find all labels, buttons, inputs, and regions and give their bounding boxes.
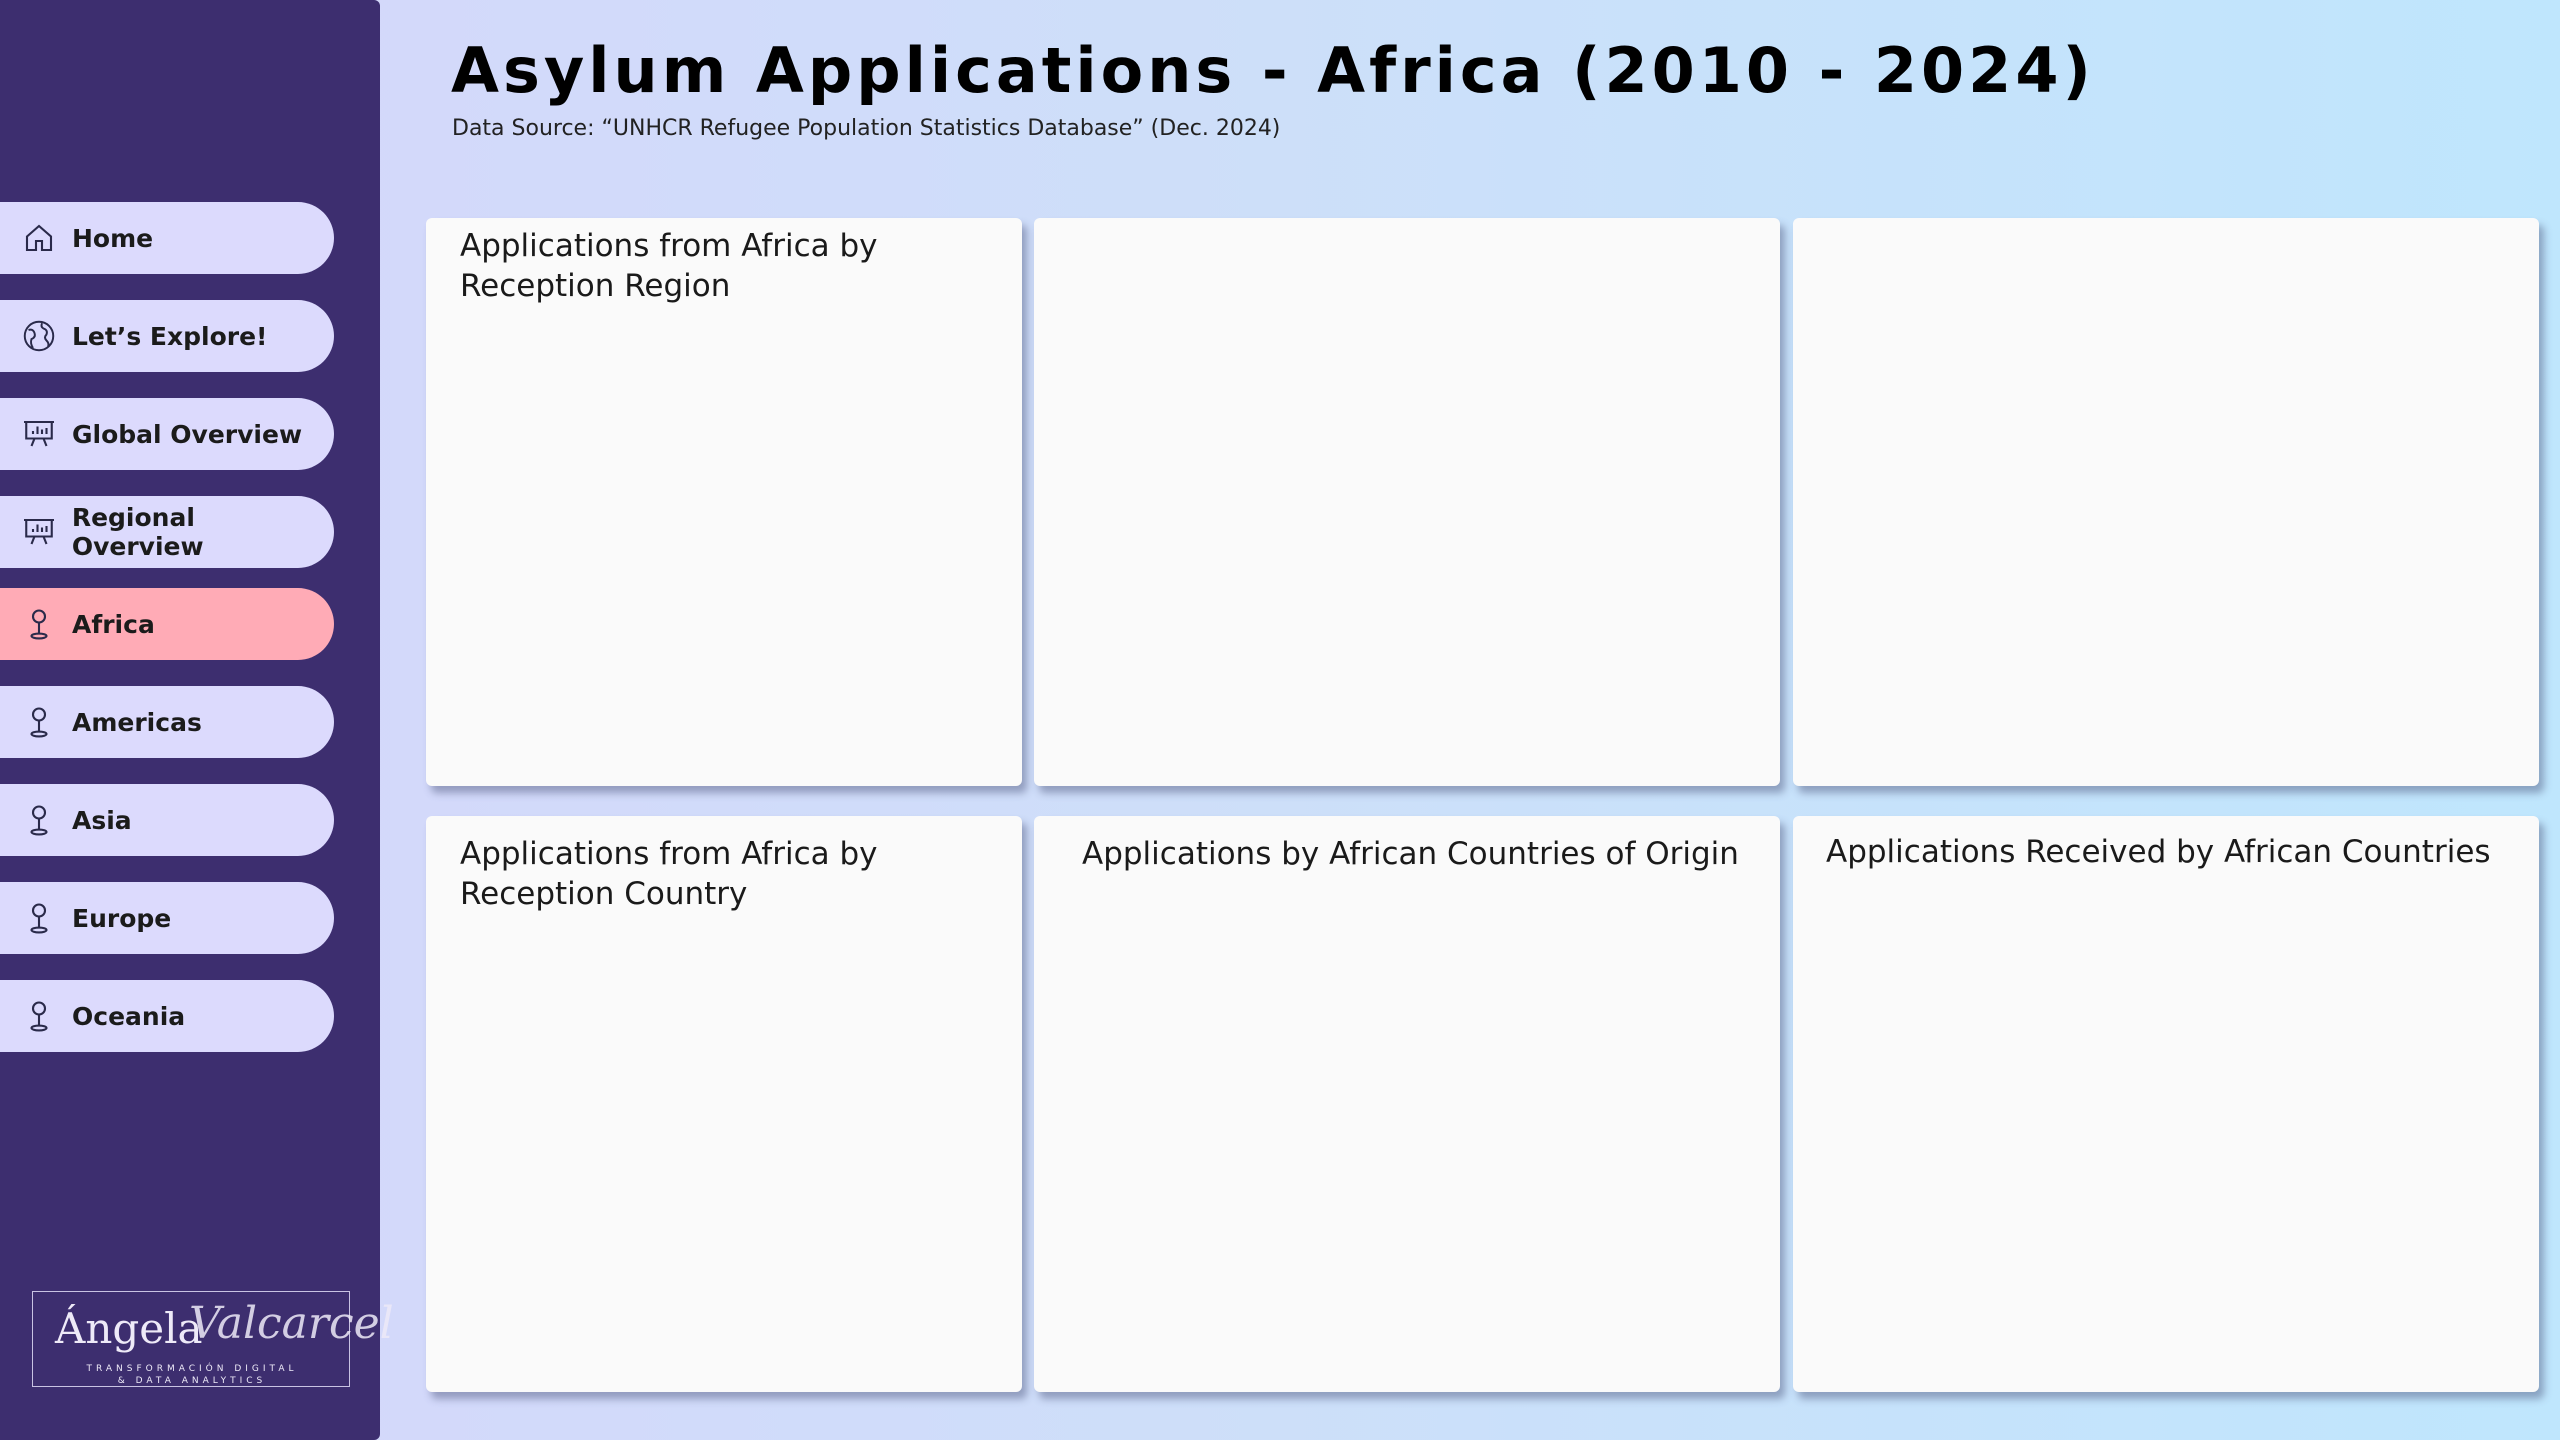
chart-card-countries-of-origin: Applications by African Countries of Ori…: [1034, 816, 1780, 1392]
logo-name: Ángela: [55, 1304, 203, 1353]
sidebar-item-label: Oceania: [72, 1001, 186, 1031]
data-source-note: Data Source: “UNHCR Refugee Population S…: [452, 116, 1281, 141]
page-title: Asylum Applications - Africa (2010 - 202…: [451, 34, 2095, 107]
sidebar-item-americas[interactable]: Americas: [0, 686, 334, 758]
sidebar-item-europe[interactable]: Europe: [0, 882, 334, 954]
presentation-chart-icon: [20, 513, 58, 551]
card-title: Applications Received by African Countri…: [1826, 834, 2491, 870]
sidebar-item-label: Americas: [72, 707, 202, 737]
sidebar-item-label: Regional Overview: [71, 503, 204, 561]
sidebar-item-lets-explore[interactable]: Let’s Explore!: [0, 300, 334, 372]
card-title: Applications from Africa by Reception Co…: [460, 836, 878, 912]
chart-card-received-by-african-countries: Applications Received by African Countri…: [1793, 816, 2539, 1392]
sidebar-item-label: Europe: [72, 903, 172, 933]
sidebar-item-label: Asia: [72, 805, 132, 835]
chart-card-blank-1: [1034, 218, 1780, 786]
map-pin-icon: [20, 605, 58, 643]
sidebar-item-oceania[interactable]: Oceania: [0, 980, 334, 1052]
sidebar-item-africa[interactable]: Africa: [0, 588, 334, 660]
presentation-chart-icon: [20, 415, 58, 453]
map-pin-icon: [20, 801, 58, 839]
sidebar-item-label: Home: [72, 223, 154, 253]
map-pin-icon: [20, 899, 58, 937]
chart-card-blank-2: [1793, 218, 2539, 786]
sidebar-item-label: Global Overview: [72, 419, 303, 449]
sidebar-item-label: Africa: [72, 609, 155, 639]
chart-card-reception-country: Applications from Africa by Reception Co…: [426, 816, 1022, 1392]
card-title: Applications by African Countries of Ori…: [1082, 836, 1739, 872]
chart-card-reception-region: Applications from Africa by Reception Re…: [426, 218, 1022, 786]
map-pin-icon: [20, 703, 58, 741]
card-title: Applications from Africa by Reception Re…: [460, 228, 878, 304]
sidebar-item-home[interactable]: Home: [0, 202, 334, 274]
sidebar-item-asia[interactable]: Asia: [0, 784, 334, 856]
logo-signature: Valcarcel: [189, 1298, 394, 1349]
sidebar-item-label: Let’s Explore!: [72, 321, 268, 351]
logo-tagline: & DATA ANALYTICS: [117, 1376, 267, 1386]
home-icon: [20, 219, 58, 257]
brand-logo: Ángela Valcarcel TRANSFORMACIÓN DIGITAL …: [32, 1291, 394, 1387]
sidebar-item-global-overview[interactable]: Global Overview: [0, 398, 334, 470]
logo-tagline: TRANSFORMACIÓN DIGITAL: [86, 1364, 298, 1374]
globe-icon: [20, 317, 58, 355]
sidebar: Home Let’s Explore! Global Overview Regi…: [0, 0, 394, 1440]
map-pin-icon: [20, 997, 58, 1035]
sidebar-item-regional-overview[interactable]: Regional Overview: [0, 496, 334, 568]
